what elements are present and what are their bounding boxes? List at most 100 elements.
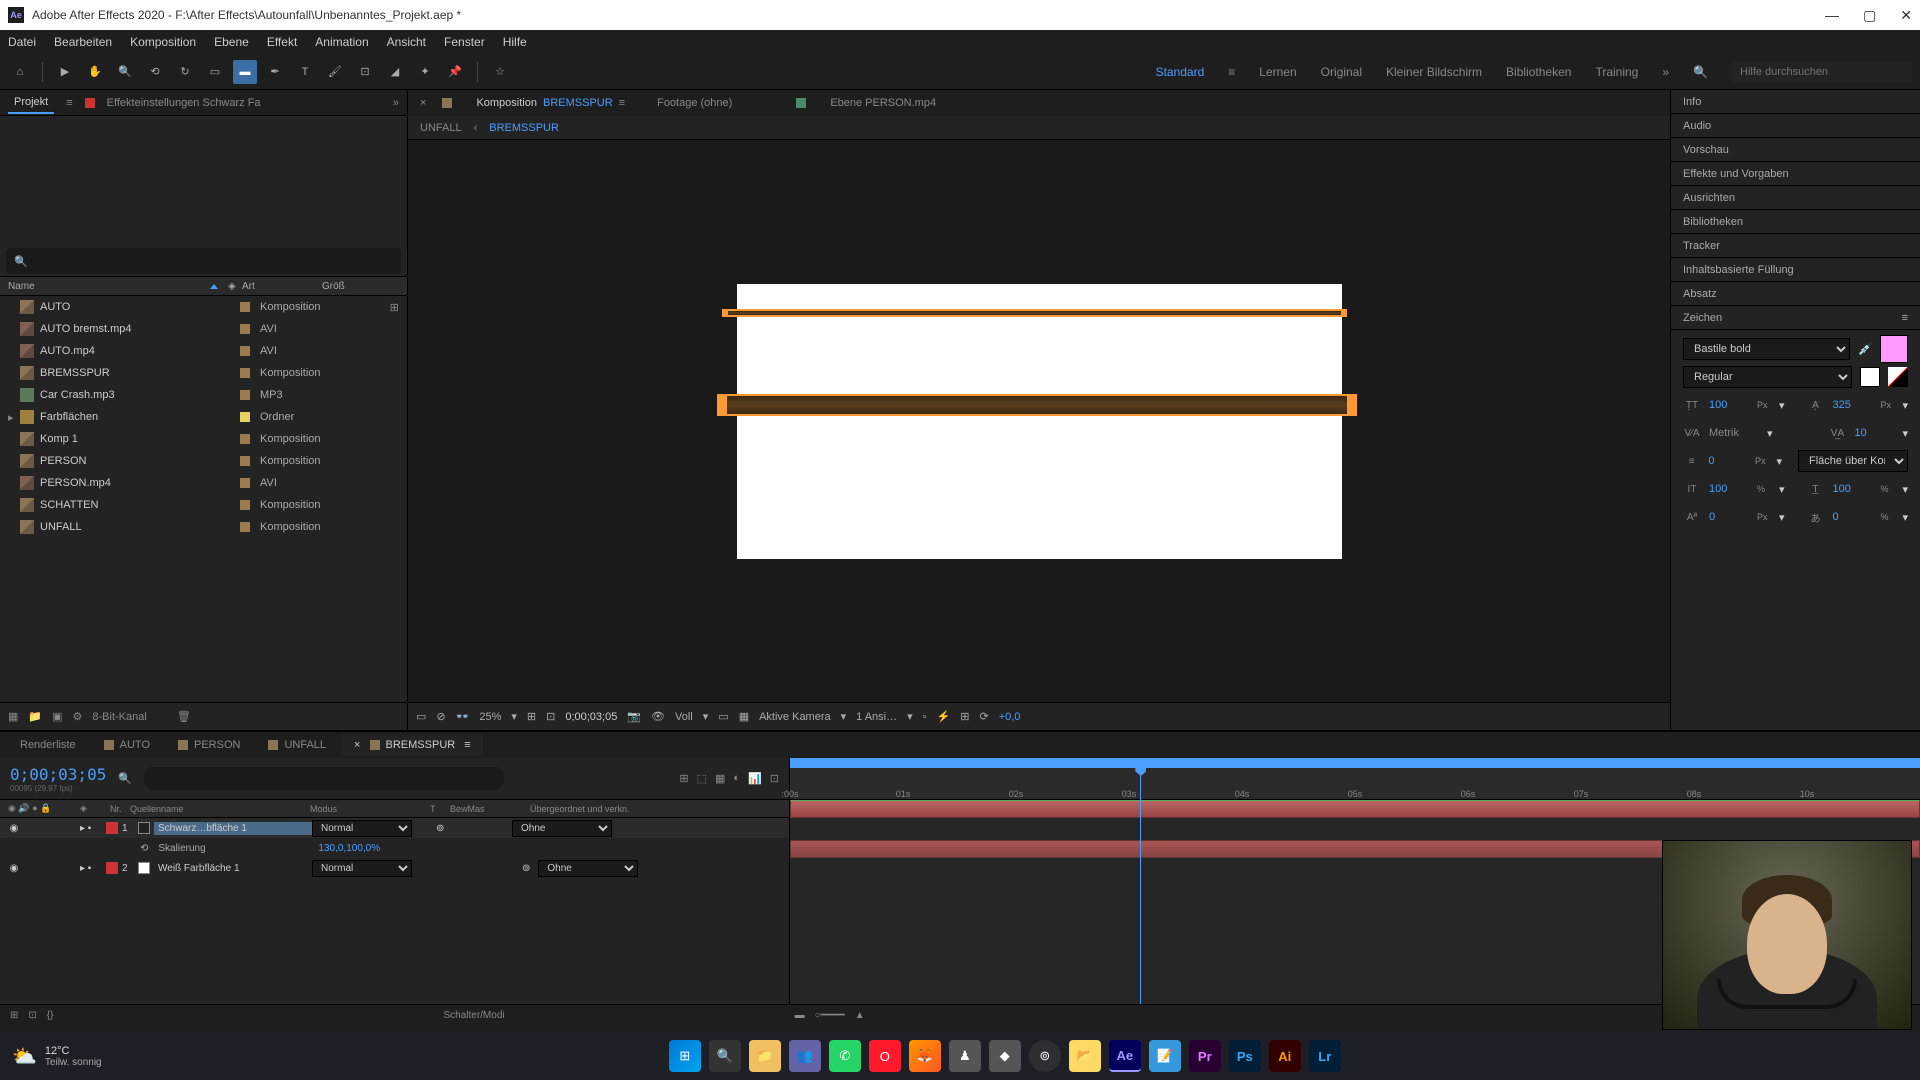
new-comp-icon[interactable]: ▣ [52,710,62,723]
brainstorm-icon[interactable]: ⊡ [770,772,779,785]
taskbar-app-2[interactable]: ◆ [989,1040,1021,1072]
tab-person[interactable]: PERSON [166,735,252,755]
taskbar-explorer[interactable]: 📁 [749,1040,781,1072]
font-style-select[interactable]: Regular [1683,366,1852,388]
menu-effekt[interactable]: Effekt [267,35,297,49]
project-item[interactable]: Komp 1Komposition [0,428,407,450]
flowchart-icon[interactable]: ⟳ [979,710,988,723]
taskbar-search[interactable]: 🔍 [709,1040,741,1072]
panel-info[interactable]: Info [1671,90,1920,114]
project-list[interactable]: AUTOKomposition⊞ AUTO bremst.mp4AVI AUTO… [0,296,407,702]
shy-icon[interactable]: ⬚ [697,772,707,785]
font-size-input[interactable]: 100 [1709,399,1749,411]
menu-komposition[interactable]: Komposition [130,35,196,49]
canvas-area[interactable] [408,140,1670,702]
nav-current[interactable]: BREMSSPUR [489,122,559,134]
frame-blend-icon[interactable]: ▦ [715,772,725,785]
nav-back-icon[interactable]: ‹ [474,122,478,134]
show-snapshot-icon[interactable]: 👁 [651,710,665,723]
taskbar-teams[interactable]: 👥 [789,1040,821,1072]
tab-composition[interactable]: Komposition BREMSSPUR ≡ [468,93,633,113]
zoom-level[interactable]: 25% [479,711,501,723]
star-icon[interactable]: ☆ [488,60,512,84]
motion-blur-icon[interactable]: ◐ [733,772,740,785]
panel-effekte[interactable]: Effekte und Vorgaben [1671,162,1920,186]
workspace-bibliotheken[interactable]: Bibliotheken [1506,65,1571,79]
switches-modi-label[interactable]: Schalter/Modi [443,1010,504,1021]
tsume-input[interactable]: 0 [1832,511,1872,523]
blend-mode-select[interactable]: Normal [312,860,412,877]
project-item[interactable]: BREMSSPURKomposition [0,362,407,384]
layer-1-track[interactable] [790,800,1920,818]
comp-mini-icon[interactable]: ⊞ [679,772,688,785]
camera-tool[interactable]: ▭ [203,60,227,84]
workspace-training[interactable]: Training [1595,65,1638,79]
layer-name[interactable]: Schwarz…bfläche 1 [154,822,312,835]
magnify-icon[interactable]: ▭ [416,710,426,723]
menu-fenster[interactable]: Fenster [444,35,485,49]
taskbar-firefox[interactable]: 🦊 [909,1040,941,1072]
eyedropper-icon[interactable]: 💉 [1858,343,1872,356]
stroke-mode-select[interactable]: Fläche über Kon… [1798,450,1908,472]
timeline-layer-2[interactable]: ◉ ▸ ▪ 2 Weiß Farbfläche 1 Normal ⊚ Ohne [0,858,789,878]
project-item[interactable]: PERSON.mp4AVI [0,472,407,494]
project-search-input[interactable] [34,254,393,269]
fast-preview-icon[interactable]: ⚡ [937,710,951,723]
panel-zeichen-header[interactable]: Zeichen≡ [1671,306,1920,330]
stroke-width-input[interactable]: 0 [1708,455,1747,467]
project-item[interactable]: AUTOKomposition⊞ [0,296,407,318]
home-tool[interactable]: ⌂ [8,60,32,84]
project-item[interactable]: AUTO.mp4AVI [0,340,407,362]
project-item[interactable]: UNFALLKomposition [0,516,407,538]
panel-tracker[interactable]: Tracker [1671,234,1920,258]
taskbar-premiere[interactable]: Pr [1189,1040,1221,1072]
swap-colors-icon[interactable] [1888,367,1908,387]
start-button[interactable]: ⊞ [669,1040,701,1072]
timeline-icon[interactable]: ⊞ [960,710,969,723]
taskbar-obs[interactable]: ⊚ [1029,1040,1061,1072]
menu-datei[interactable]: Datei [8,35,36,49]
panel-ausrichten[interactable]: Ausrichten [1671,186,1920,210]
panel-menu-icon[interactable]: ≡ [1902,312,1908,324]
transparency-icon[interactable]: ▦ [739,710,749,723]
zoom-tool[interactable]: 🔍 [113,60,137,84]
graph-icon[interactable]: 📊 [748,772,762,785]
tracking-input[interactable]: 10 [1854,427,1894,439]
project-item[interactable]: ▸ FarbflächenOrdner [0,406,407,428]
selection-tool[interactable]: ▶ [53,60,77,84]
bit-depth[interactable]: 8-Bit-Kanal [92,711,146,723]
blend-icon[interactable]: ⊘ [436,710,445,723]
roto-tool[interactable]: ✦ [413,60,437,84]
fill-color-swatch[interactable] [1880,335,1908,363]
workspace-overflow-icon[interactable]: » [1662,65,1669,79]
res-toggle-icon[interactable]: ⊞ [527,710,536,723]
baseline-input[interactable]: 0 [1709,511,1749,523]
maximize-button[interactable]: ▢ [1863,7,1876,24]
nav-parent[interactable]: UNFALL [420,122,462,134]
timeline-search-input[interactable] [144,767,504,790]
vscale-input[interactable]: 100 [1709,483,1749,495]
exposure[interactable]: +0,0 [999,711,1021,723]
project-item[interactable]: SCHATTENKomposition [0,494,407,516]
font-family-select[interactable]: Bastile bold [1683,338,1850,360]
toggle-switches-icon[interactable]: ⊞ [10,1010,18,1021]
menu-animation[interactable]: Animation [315,35,368,49]
project-item[interactable]: AUTO bremst.mp4AVI [0,318,407,340]
taskbar-app-1[interactable]: ♟ [949,1040,981,1072]
leading-input[interactable]: 325 [1832,399,1872,411]
panel-overflow-icon[interactable]: » [393,97,399,109]
zoom-slider[interactable]: ○━━━━ [815,1010,845,1021]
tab-layer[interactable]: Ebene PERSON.mp4 [822,93,944,113]
orbit-tool[interactable]: ⟲ [143,60,167,84]
parent-select[interactable]: Ohne [512,820,612,837]
rectangle-tool[interactable]: ▬ [233,60,257,84]
taskbar-photoshop[interactable]: Ps [1229,1040,1261,1072]
zoom-in-icon[interactable]: ▲ [855,1010,865,1021]
parent-select[interactable]: Ohne [538,860,638,877]
toggle-icon-2[interactable]: ⊡ [28,1010,36,1021]
workspace-standard[interactable]: Standard [1156,65,1205,79]
mask-icon[interactable]: 👓 [456,710,470,723]
toggle-icon-3[interactable]: {} [47,1010,54,1021]
type-tool[interactable]: T [293,60,317,84]
brush-tool[interactable]: 🖌 [323,60,347,84]
